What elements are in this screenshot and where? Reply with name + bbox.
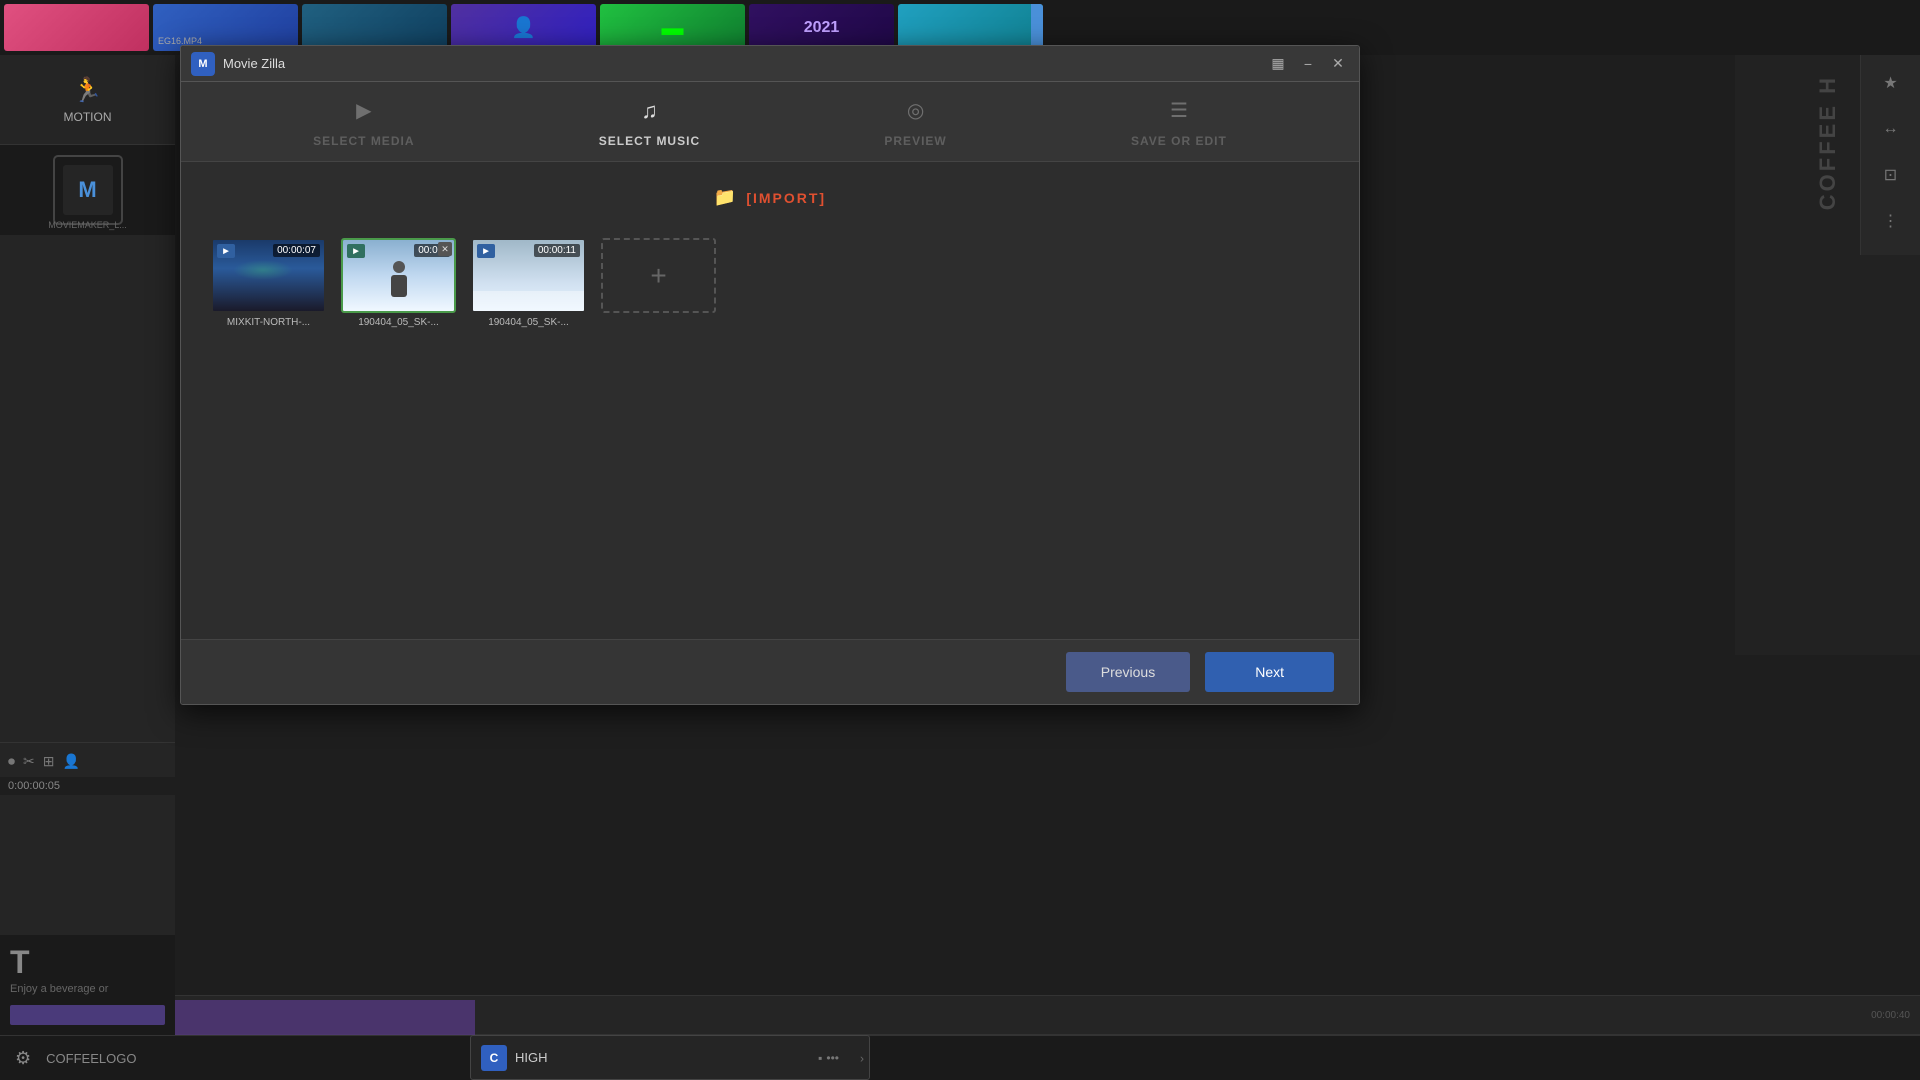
type-badge-3: ▶ <box>477 244 495 258</box>
close-button[interactable]: ✕ <box>1327 53 1349 75</box>
ruler-time-right: 00:00:40 <box>1871 1010 1910 1021</box>
motion-icon: 🏃 <box>73 76 103 105</box>
media-item-3[interactable]: ▶ 00:00:11 190404_05_SK-... <box>471 238 586 328</box>
right-icon-star[interactable]: ★ <box>1873 65 1909 101</box>
close-media-2[interactable]: ✕ <box>438 242 452 256</box>
dialog-title: Movie Zilla <box>223 56 1267 71</box>
toolbar-person-icon[interactable]: 👤 <box>62 753 79 770</box>
right-icon-dots[interactable]: ⋮ <box>1873 203 1909 239</box>
main-dialog: M Movie Zilla ▦ − ✕ ▶ SELECT MEDIA ♫ SEL… <box>180 45 1360 705</box>
step-preview[interactable]: ◎ PREVIEW <box>884 96 946 148</box>
add-media-placeholder[interactable]: + <box>601 238 716 328</box>
text-overlay-message: Enjoy a beverage or <box>10 983 165 995</box>
right-panel-text: COFFEE H <box>1815 75 1841 210</box>
toolbar-cut-icon[interactable]: ✂ <box>23 753 35 770</box>
dialog-footer: Previous Next <box>181 639 1359 704</box>
filmstrip-thumb-3[interactable] <box>302 4 447 51</box>
filmstrip-thumb-1[interactable] <box>4 4 149 51</box>
skier-silhouette <box>384 261 414 301</box>
filmstrip-thumb-5[interactable]: ▬ <box>600 4 745 51</box>
step-save-edit[interactable]: ☰ SAVE OR EDIT <box>1131 96 1227 148</box>
right-icon-arrows[interactable]: ↔ <box>1873 111 1909 147</box>
timestamp-3: 00:00:11 <box>534 244 580 257</box>
step-preview-icon: ◎ <box>901 96 931 126</box>
filename-1: MIXKIT-NORTH-... <box>211 317 326 328</box>
moviemaker-thumb[interactable]: M MOVIEMAKER_L... <box>0 145 175 235</box>
toolbar-clock-icon[interactable]: ⏺ <box>8 753 15 770</box>
timeline-bar <box>175 1000 475 1035</box>
type-badge-2: ▶ <box>347 244 365 258</box>
filmstrip-thumb-2[interactable]: EG16.MP4 <box>153 4 298 51</box>
left-sidebar: 🏃 MOTION M MOVIEMAKER_L... <box>0 55 175 1035</box>
step-preview-label: PREVIEW <box>884 134 946 148</box>
step-save-icon: ☰ <box>1164 96 1194 126</box>
import-button[interactable]: 📁 [IMPORT] <box>699 182 841 213</box>
minimize-button[interactable]: − <box>1297 53 1319 75</box>
time-value: 0:00:00:05 <box>8 780 60 792</box>
step-music-label: SELECT MUSIC <box>599 134 700 148</box>
step-save-label: SAVE OR EDIT <box>1131 134 1227 148</box>
media-thumb-2: ▶ 00:00: ✕ <box>341 238 456 313</box>
filmstrip-thumb-6[interactable]: 2021 <box>749 4 894 51</box>
step-select-music[interactable]: ♫ SELECT MUSIC <box>599 96 700 148</box>
taskbar-item[interactable]: C HIGH ▪ ••• › <box>470 1035 870 1080</box>
media-item-2[interactable]: ▶ 00:00: ✕ 190404_05_SK-... <box>341 238 456 328</box>
next-button[interactable]: Next <box>1205 652 1334 692</box>
text-overlay-letter: T <box>10 946 165 978</box>
right-icons-panel: ★ ↔ ⊡ ⋮ <box>1860 55 1920 255</box>
import-folder-icon: 📁 <box>714 187 738 208</box>
filmstrip-thumb-7[interactable] <box>898 4 1043 51</box>
taskbar-item-icon: C <box>481 1045 507 1071</box>
step-media-icon: ▶ <box>349 96 379 126</box>
step-select-media[interactable]: ▶ SELECT MEDIA <box>313 96 414 148</box>
dialog-logo: M <box>191 52 215 76</box>
dialog-titlebar: M Movie Zilla ▦ − ✕ <box>181 46 1359 82</box>
step-music-icon: ♫ <box>634 96 664 126</box>
timestamp-1: 00:00:07 <box>273 244 320 257</box>
media-item-1[interactable]: ▶ 00:00:07 MIXKIT-NORTH-... <box>211 238 326 328</box>
sidebar-motion[interactable]: 🏃 MOTION <box>0 55 175 145</box>
step-media-label: SELECT MEDIA <box>313 134 414 148</box>
filmstrip-thumb-4[interactable]: 👤 <box>451 4 596 51</box>
filename-2: 190404_05_SK-... <box>341 317 456 328</box>
bottom-bar: ⚙ COFFEELOGO <box>0 1035 1920 1080</box>
steps-bar: ▶ SELECT MEDIA ♫ SELECT MUSIC ◎ PREVIEW … <box>181 82 1359 162</box>
import-row: 📁 [IMPORT] <box>211 182 1329 213</box>
sidebar-toolbar: ⏺ ✂ ⊞ 👤 <box>0 742 175 780</box>
media-thumb-3: ▶ 00:00:11 <box>471 238 586 313</box>
text-overlay: T Enjoy a beverage or <box>0 935 175 1035</box>
dialog-controls: ▦ − ✕ <box>1267 53 1349 75</box>
taskbar-item-label: HIGH <box>515 1050 548 1065</box>
media-thumb-1: ▶ 00:00:07 <box>211 238 326 313</box>
time-display: 0:00:00:05 <box>0 777 175 795</box>
motion-label: MOTION <box>64 110 112 124</box>
import-label: [IMPORT] <box>746 190 826 206</box>
add-placeholder-box: + <box>601 238 716 313</box>
toolbar-grid-icon[interactable]: ⊞ <box>43 753 55 770</box>
previous-button[interactable]: Previous <box>1066 652 1190 692</box>
type-badge-1: ▶ <box>217 244 235 258</box>
grid-button[interactable]: ▦ <box>1267 53 1289 75</box>
right-icon-expand[interactable]: ⊡ <box>1873 157 1909 193</box>
settings-icon[interactable]: ⚙ <box>15 1048 31 1069</box>
filename-3: 190404_05_SK-... <box>471 317 586 328</box>
dialog-content: 📁 [IMPORT] ▶ 00:00:07 MIXKIT-NORTH-... <box>181 162 1359 639</box>
logo-letter: M <box>198 58 207 70</box>
plus-icon: + <box>650 260 666 292</box>
app-name-label: COFFEELOGO <box>46 1051 136 1066</box>
aurora-effect <box>233 260 293 280</box>
media-grid: ▶ 00:00:07 MIXKIT-NORTH-... ▶ 00:00: ✕ <box>211 238 1329 619</box>
